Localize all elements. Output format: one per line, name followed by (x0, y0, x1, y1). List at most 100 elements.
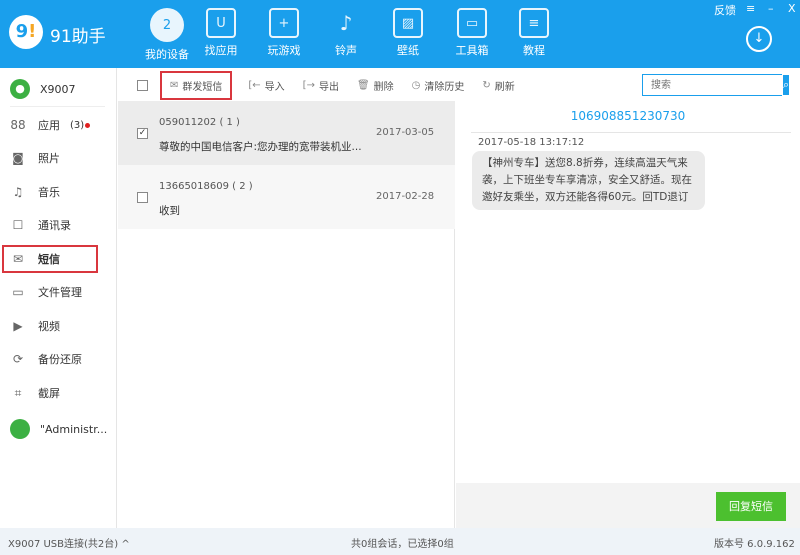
sidebar-item-sms[interactable]: ✉ 短信 (2, 245, 98, 273)
app-name: 91助手 (50, 27, 106, 47)
toolbox-icon: ▭ (457, 8, 487, 38)
nav-tutorial[interactable]: ≡ 教程 (506, 8, 562, 58)
clock-icon: ◷ (411, 79, 421, 91)
search-input[interactable] (643, 75, 783, 95)
device-administrator[interactable]: "Administr... (0, 415, 117, 443)
search-box: ⌕ (642, 74, 790, 96)
minimize-button[interactable]: – (768, 2, 774, 15)
message-bubble: 【神州专车】送您8.8折券，连续高温天气来袭，上下班坐专车享清凉，安全又舒适。现… (472, 151, 705, 210)
video-icon: ▶ (13, 319, 23, 333)
sender-number: 059011202 ( 1 ) (159, 117, 240, 128)
label: 刷新 (494, 81, 515, 93)
mail-icon: ✉ (170, 79, 179, 91)
search-icon[interactable]: ⌕ (783, 75, 790, 95)
label: 照片 (38, 152, 60, 165)
selection-summary: 共0组会话，已选择0组 (351, 539, 454, 550)
import-button[interactable]: [← 导入 (248, 78, 284, 93)
notification-dot (85, 122, 91, 128)
feedback-link[interactable]: 反馈 (714, 2, 736, 18)
nav-label: 壁纸 (397, 44, 419, 57)
label: 通讯录 (38, 219, 71, 232)
download-icon[interactable]: ↓ (746, 26, 772, 52)
apple-icon (10, 419, 30, 439)
nav-label: 铃声 (335, 44, 357, 57)
folder-icon: ▭ (12, 285, 24, 299)
conversation-row[interactable]: ✓ 059011202 ( 1 ) 尊敬的中国电信客户:您办理的宽带装机业...… (118, 101, 455, 165)
nav-wallpaper[interactable]: ▨ 壁纸 (380, 8, 436, 58)
device-name: "Administr... (40, 422, 108, 436)
select-all-checkbox[interactable] (137, 79, 148, 91)
import-icon: [← (248, 79, 261, 91)
sidebar-item-music[interactable]: ♫ 音乐 (0, 178, 117, 206)
camera-icon: ◙ (12, 151, 24, 165)
nav-label: 工具箱 (455, 44, 489, 57)
conversation-list: ✓ 059011202 ( 1 ) 尊敬的中国电信客户:您办理的宽带装机业...… (118, 101, 455, 528)
device-x9007[interactable]: ● X9007 (0, 75, 117, 103)
label: 短信 (38, 253, 60, 266)
app-logo: 9! (9, 15, 43, 49)
nav-toolbox[interactable]: ▭ 工具箱 (444, 8, 500, 58)
export-icon: [→ (302, 79, 315, 91)
conversation-row[interactable]: 13665018609 ( 2 ) 收到 2017-02-28 (118, 165, 455, 229)
label: 文件管理 (38, 286, 82, 299)
delete-button[interactable]: 🗑 删除 (357, 78, 394, 93)
mail-icon: ✉ (12, 252, 24, 266)
divider (10, 106, 105, 107)
gamepad-icon: + (269, 8, 299, 38)
sidebar-item-apps[interactable]: 88 应用 (3) (0, 111, 117, 139)
sidebar-item-contacts[interactable]: ☐ 通讯录 (0, 211, 117, 239)
message-timestamp: 2017-05-18 13:17:12 (478, 137, 585, 148)
bag-icon: U (206, 8, 236, 38)
refresh-button[interactable]: ↻ 刷新 (482, 78, 514, 93)
sidebar-item-video[interactable]: ▶ 视频 (0, 312, 117, 340)
clear-history-button[interactable]: ◷ 清除历史 (412, 78, 465, 93)
sidebar-item-files[interactable]: ▭ 文件管理 (0, 278, 117, 306)
label: 导出 (318, 81, 339, 93)
nav-label: 找应用 (204, 44, 238, 57)
sidebar: ● X9007 88 应用 (3) ◙ 照片 ♫ 音乐 ☐ 通讯录 ✉ 短信 ▭ 文件管理 ▶ 视… (0, 68, 117, 528)
label: 截屏 (38, 387, 60, 400)
contacts-icon: ☐ (12, 218, 24, 232)
label: 群发短信 (182, 81, 223, 93)
message-date: 2017-02-28 (376, 191, 435, 202)
group-send-button[interactable]: ✉ 群发短信 (159, 70, 233, 100)
reply-area: 回复短信 (456, 483, 800, 528)
close-button[interactable]: X (788, 2, 796, 15)
nav-my-device[interactable]: 2 我的设备 (139, 8, 195, 62)
device-name: X9007 (40, 82, 76, 96)
refresh-icon: ↻ (482, 79, 491, 91)
sender-number: 13665018609 ( 2 ) (159, 181, 253, 192)
message-detail: 106908851230730 2017-05-18 13:17:12 【神州专… (456, 101, 800, 483)
device-icon: 2 (150, 8, 184, 42)
export-button[interactable]: [→ 导出 (303, 78, 339, 93)
sidebar-item-screenshot[interactable]: ⌗ 截屏 (0, 379, 117, 407)
trash-icon: 🗑 (356, 79, 370, 91)
label: 删除 (373, 81, 394, 93)
row-checkbox[interactable] (137, 192, 148, 203)
menu-icon[interactable]: ≡ (746, 2, 755, 15)
apps-icon: 88 (10, 118, 26, 132)
nav-games[interactable]: + 玩游戏 (256, 8, 312, 58)
message-preview: 尊敬的中国电信客户:您办理的宽带装机业... (159, 141, 362, 153)
sidebar-item-backup[interactable]: ⟳ 备份还原 (0, 345, 117, 373)
divider (471, 132, 791, 133)
version-label: 版本号 6.0.9.162 (714, 539, 795, 550)
nav-find-apps[interactable]: U 找应用 (193, 8, 249, 58)
nav-ringtones[interactable]: ♪ 铃声 (318, 8, 374, 58)
label: 音乐 (38, 186, 60, 199)
label: 导入 (264, 81, 285, 93)
sidebar-item-photos[interactable]: ◙ 照片 (0, 144, 117, 172)
nav-label: 教程 (523, 44, 545, 57)
android-icon: ● (10, 79, 30, 99)
label: 应用 (38, 119, 60, 132)
message-date: 2017-03-05 (376, 127, 435, 138)
label: 备份还原 (38, 353, 82, 366)
contact-number: 106908851230730 (570, 109, 686, 123)
reply-button[interactable]: 回复短信 (716, 492, 786, 521)
row-checkbox[interactable]: ✓ (137, 128, 148, 139)
top-bar: 9! 91助手 2 我的设备 U 找应用 + 玩游戏 ♪ 铃声 ▨ 壁纸 ▭ 工具箱 ≡ 教程… (0, 0, 800, 68)
connection-status[interactable]: X9007 USB连接(共2台) ^ (8, 535, 130, 550)
clipboard-icon: ≡ (519, 8, 549, 38)
status-bar: X9007 USB连接(共2台) ^ 共0组会话，已选择0组 版本号 6.0.9… (0, 528, 800, 555)
crop-icon: ⌗ (14, 385, 22, 400)
